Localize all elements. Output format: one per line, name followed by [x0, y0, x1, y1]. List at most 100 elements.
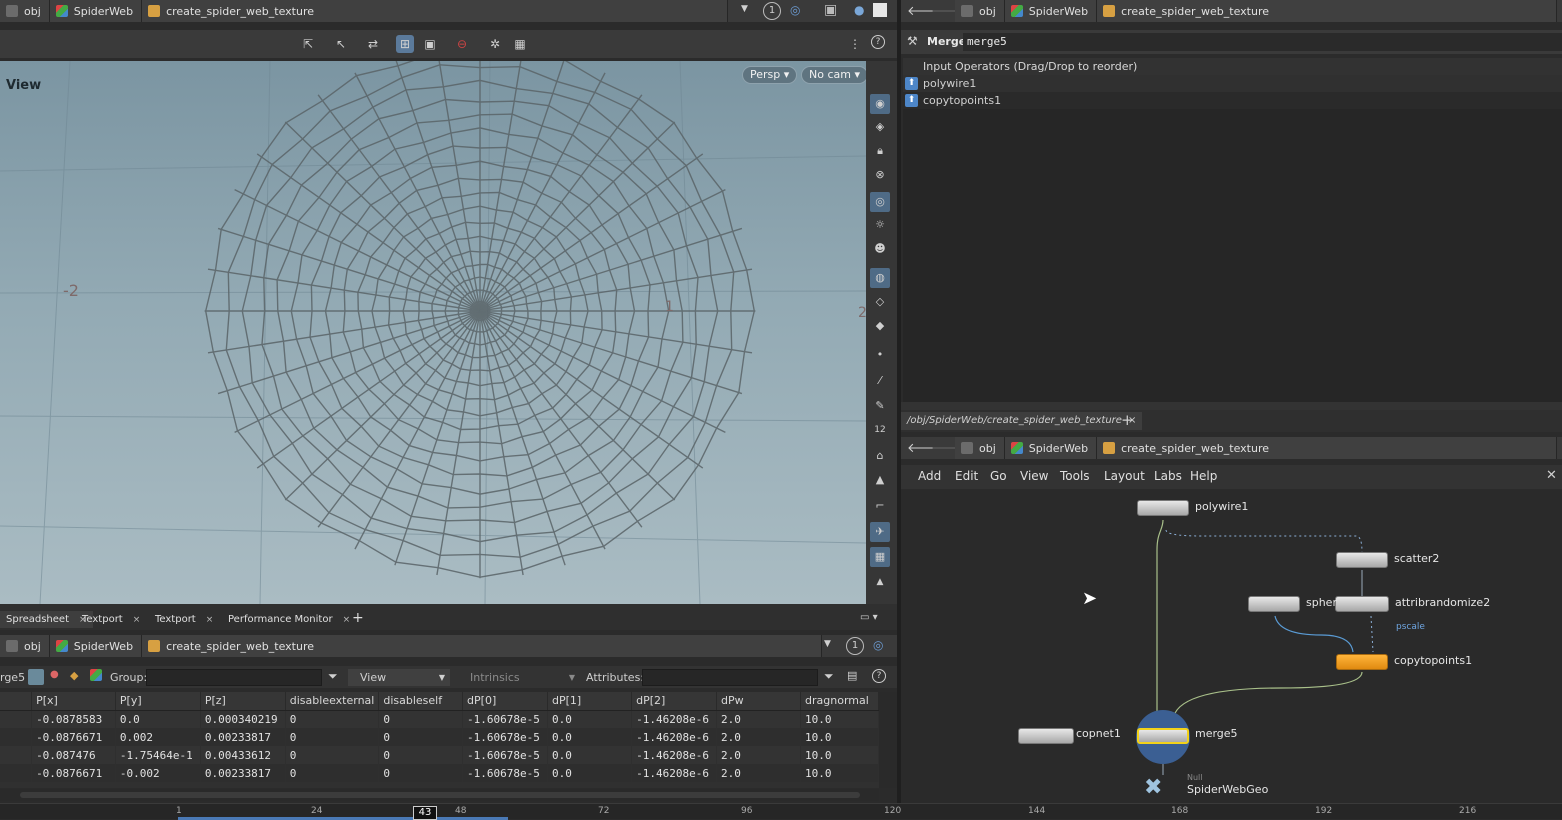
display-options-icon[interactable]: ◉: [870, 94, 890, 114]
wrench-icon[interactable]: ✕: [1546, 468, 1557, 483]
point-numbers-icon[interactable]: 12: [870, 420, 890, 440]
breadcrumb-obj[interactable]: obj: [955, 437, 1005, 459]
lighting-icon[interactable]: ◎: [870, 192, 890, 212]
pin-indicator[interactable]: 1: [846, 637, 864, 655]
help-icon[interactable]: ?: [872, 669, 886, 683]
light-bulb-icon[interactable]: ☼: [870, 215, 890, 235]
texture-icon[interactable]: ▦: [870, 547, 890, 567]
column-header[interactable]: dP[2]: [631, 692, 718, 711]
breadcrumb-geo[interactable]: SpiderWeb: [49, 0, 143, 22]
wireframe-icon[interactable]: ◇: [870, 292, 890, 312]
menu-add[interactable]: Add: [918, 469, 941, 483]
close-icon[interactable]: ×: [133, 615, 141, 625]
breadcrumb-obj[interactable]: obj: [0, 635, 50, 657]
primitives-mode-icon[interactable]: ◆: [70, 669, 78, 682]
breadcrumb-geo[interactable]: SpiderWeb: [1004, 437, 1098, 459]
help-icon[interactable]: ?: [871, 35, 885, 49]
detail-mode-icon[interactable]: [90, 669, 104, 683]
breadcrumb-geo[interactable]: SpiderWeb: [49, 635, 143, 657]
network-canvas[interactable]: ✖: [901, 490, 1562, 803]
camera-lock-icon[interactable]: ⊗: [870, 165, 890, 185]
group-filter-icon[interactable]: ⏷: [328, 669, 338, 684]
tree-options-icon[interactable]: ⋮: [846, 35, 864, 53]
stamp-icon[interactable]: ▲: [870, 470, 890, 490]
render-icon[interactable]: ✲: [486, 35, 504, 53]
list-item[interactable]: ⬆ polywire1: [903, 75, 1562, 92]
current-frame-marker[interactable]: 43: [413, 806, 437, 820]
menu-edit[interactable]: Edit: [955, 469, 978, 483]
group-input[interactable]: [146, 669, 322, 686]
breadcrumb-subnet[interactable]: create_spider_web_texture: [142, 0, 729, 22]
attributes-input[interactable]: [642, 669, 818, 686]
breadcrumb-obj[interactable]: obj: [955, 0, 1005, 22]
transform-tool-icon[interactable]: ⇄: [364, 35, 382, 53]
network-splitter[interactable]: [901, 402, 1562, 410]
breadcrumb-subnet[interactable]: create_spider_web_texture: [1097, 0, 1558, 22]
menu-view[interactable]: View: [1020, 469, 1048, 483]
close-icon[interactable]: ×: [343, 615, 351, 625]
path-dropdown-icon[interactable]: ▼: [824, 639, 831, 649]
spreadsheet-hscroll[interactable]: [0, 789, 879, 801]
close-icon[interactable]: ×: [206, 615, 214, 625]
point-display-icon[interactable]: •: [870, 345, 890, 365]
null-node-icon[interactable]: ✖: [1144, 775, 1162, 800]
column-header[interactable]: dPw: [716, 692, 802, 711]
columns-icon[interactable]: ▤: [847, 669, 857, 682]
scatter2-node[interactable]: [1336, 552, 1388, 568]
menu-labs[interactable]: Labs: [1154, 469, 1182, 483]
column-header[interactable]: P[x]: [31, 692, 116, 711]
link-icon[interactable]: ◎: [873, 638, 883, 652]
breadcrumb-subnet[interactable]: create_spider_web_texture: [1097, 437, 1558, 459]
spreadsheet-vscroll[interactable]: [879, 692, 897, 788]
merge5-node[interactable]: [1137, 728, 1189, 744]
add-tab-icon[interactable]: +: [1121, 411, 1134, 429]
pane-menu-icon[interactable]: ▭ ▾: [860, 612, 878, 623]
table-row[interactable]: -0.087476 -1.75464e-1 0.00433612 0 0 -1.60678…: [0, 746, 879, 764]
menu-tools[interactable]: Tools: [1060, 469, 1090, 483]
vertices-mode-icon[interactable]: ●: [50, 669, 59, 680]
add-tab-icon[interactable]: +: [352, 610, 364, 626]
points-mode-icon[interactable]: [28, 669, 44, 685]
menu-layout[interactable]: Layout: [1104, 469, 1145, 483]
pin-indicator[interactable]: 1: [763, 2, 781, 20]
breadcrumb-subnet[interactable]: create_spider_web_texture: [142, 635, 823, 657]
pick-tool-icon[interactable]: ↖: [332, 35, 350, 53]
snapshot-icon[interactable]: ▦: [511, 35, 529, 53]
background-toggle-icon[interactable]: [873, 3, 887, 17]
tab-textport-2[interactable]: Textport ×: [149, 611, 219, 628]
column-header[interactable]: dP[0]: [462, 692, 548, 711]
attribrandomize2-node[interactable]: [1335, 596, 1389, 612]
polywire1-node[interactable]: [1137, 500, 1189, 516]
snap-tool-icon[interactable]: ⊞: [396, 35, 414, 53]
tab-network-path[interactable]: /obj/SpiderWeb/create_spider_web_texture…: [901, 412, 1143, 430]
intrinsics-select[interactable]: Intrinsics ▼: [458, 669, 580, 686]
guide-icon[interactable]: ✈: [870, 522, 890, 542]
table-row[interactable]: -0.0876671 0.002 0.00233817 0 0 -1.60678e-5 0.…: [0, 728, 879, 746]
sphere-node[interactable]: [1248, 596, 1300, 612]
copytopoints1-node[interactable]: [1336, 654, 1388, 670]
menu-go[interactable]: Go: [990, 469, 1007, 483]
table-row[interactable]: -0.0876671 -0.002 0.00233817 0 0 -1.60678e-5 0…: [0, 764, 879, 782]
breadcrumb-geo[interactable]: SpiderWeb: [1004, 0, 1098, 22]
persp-button[interactable]: Persp ▾: [742, 66, 798, 84]
column-header[interactable]: dP[1]: [547, 692, 633, 711]
copnet1-node[interactable]: [1018, 728, 1074, 744]
breadcrumb-obj[interactable]: obj: [0, 0, 50, 22]
menu-help[interactable]: Help: [1190, 469, 1217, 483]
view-select[interactable]: View ▼: [348, 669, 450, 686]
column-header[interactable]: P[z]: [200, 692, 286, 711]
uv-icon[interactable]: ⌐: [870, 496, 890, 516]
lock-icon[interactable]: 🔒︎: [870, 141, 890, 161]
list-item[interactable]: ⬆ copytopoints1: [903, 92, 1562, 109]
ghost-icon[interactable]: ◈: [870, 117, 890, 137]
cube-icon[interactable]: ▣: [824, 2, 837, 18]
camera-button[interactable]: No cam ▾: [801, 66, 868, 84]
scroll-down-icon[interactable]: ▲: [870, 572, 890, 592]
tab-performance-monitor[interactable]: Performance Monitor ×: [222, 611, 356, 628]
select-tool-icon[interactable]: ⇱: [299, 35, 317, 53]
link-icon[interactable]: ◎: [790, 3, 800, 17]
sphere-icon[interactable]: ●: [854, 3, 864, 17]
attributes-filter-icon[interactable]: ⏷: [824, 669, 834, 684]
path-dropdown-icon[interactable]: ▼: [741, 4, 748, 14]
3d-viewport[interactable]: View -2 1 2: [0, 61, 866, 604]
